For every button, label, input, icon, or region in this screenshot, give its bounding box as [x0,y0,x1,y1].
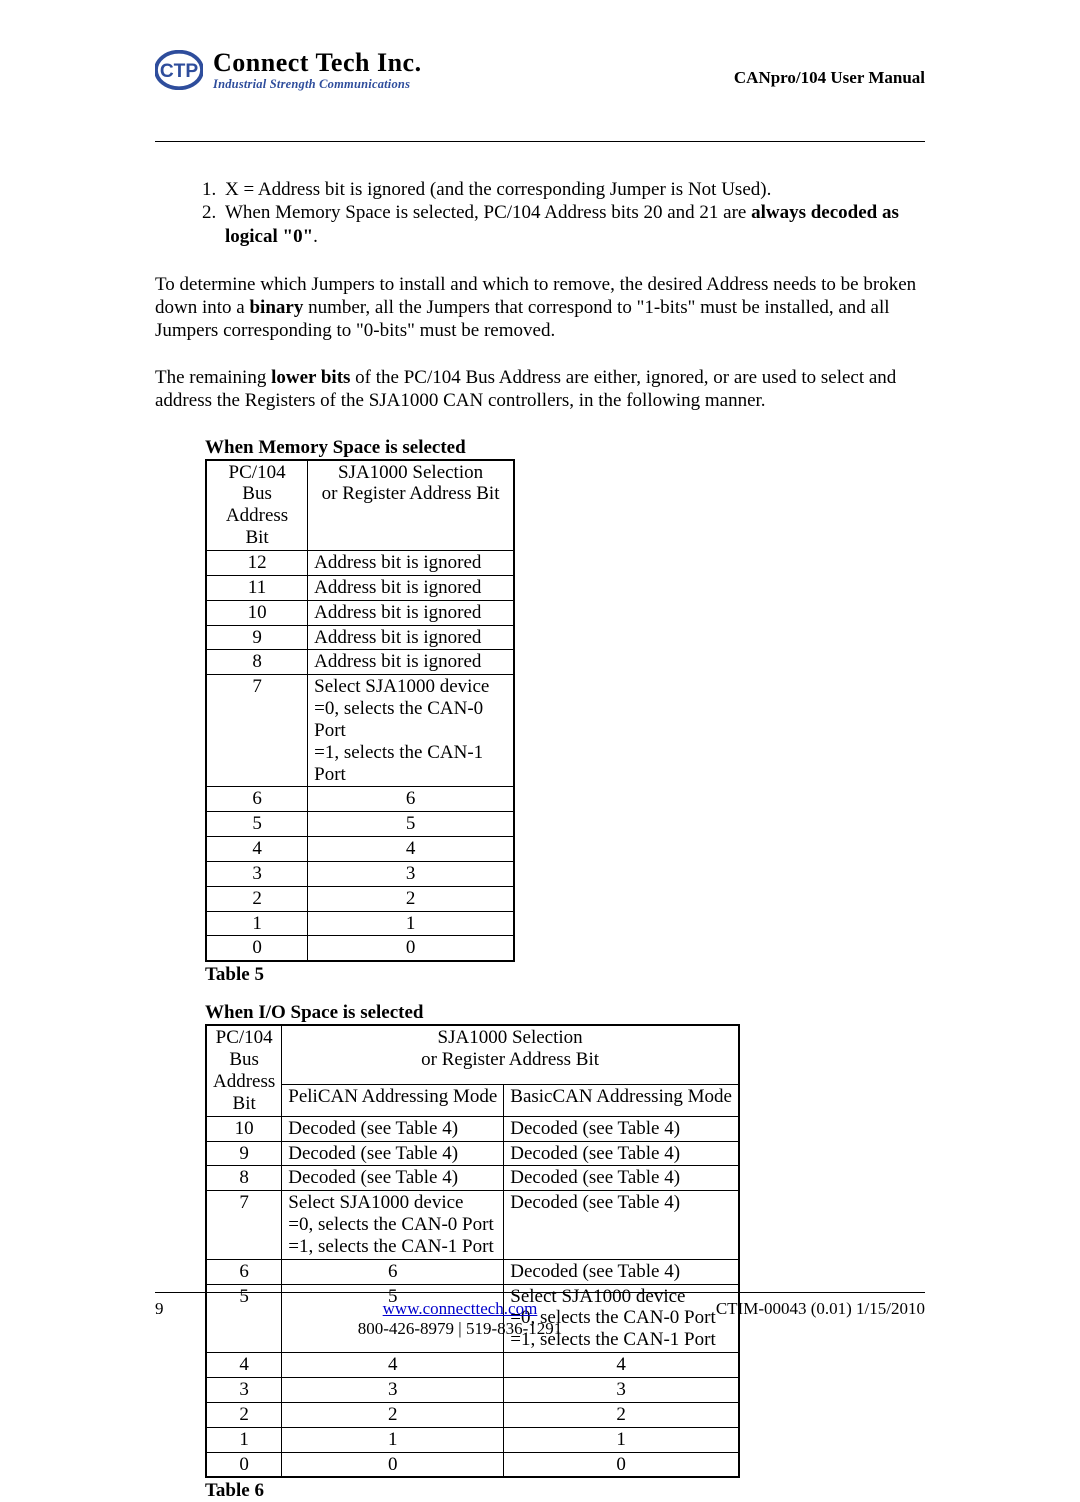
paragraph-2: The remaining lower bits of the PC/104 B… [155,366,925,412]
document-title: CANpro/104 User Manual [734,68,925,91]
note-2: When Memory Space is selected, PC/104 Ad… [221,201,925,249]
paragraph-1: To determine which Jumpers to install an… [155,273,925,343]
footer-phones: 800-426-8979 | 519-836-1291 [235,1319,685,1339]
table5: PC/104 Bus Address Bit SJA1000 Selection… [205,459,515,963]
ctp-logo-icon: CTP [155,50,203,90]
company-tagline: Industrial Strength Communications [213,78,422,91]
logo-block: CTP Connect Tech Inc. Industrial Strengt… [155,50,422,91]
table6: PC/104 Bus Address Bit SJA1000 Selection… [205,1024,740,1478]
page-number: 9 [155,1299,235,1319]
footer-url-link[interactable]: www.connecttech.com [383,1299,538,1318]
table6-caption: Table 6 [205,1480,925,1502]
table6-title: When I/O Space is selected [205,1002,925,1024]
page-header: CTP Connect Tech Inc. Industrial Strengt… [155,50,925,93]
footer-docnum: CTIM-00043 (0.01) 1/15/2010 [685,1299,925,1319]
page-footer: 9 www.connecttech.com CTIM-00043 (0.01) … [155,1292,925,1339]
note-1: X = Address bit is ignored (and the corr… [221,178,925,202]
header-rule [155,141,925,142]
company-name: Connect Tech Inc. [213,50,422,76]
table5-caption: Table 5 [205,964,925,986]
table5-title: When Memory Space is selected [205,437,925,459]
notes-list: X = Address bit is ignored (and the corr… [195,178,925,249]
svg-text:CTP: CTP [160,61,199,82]
